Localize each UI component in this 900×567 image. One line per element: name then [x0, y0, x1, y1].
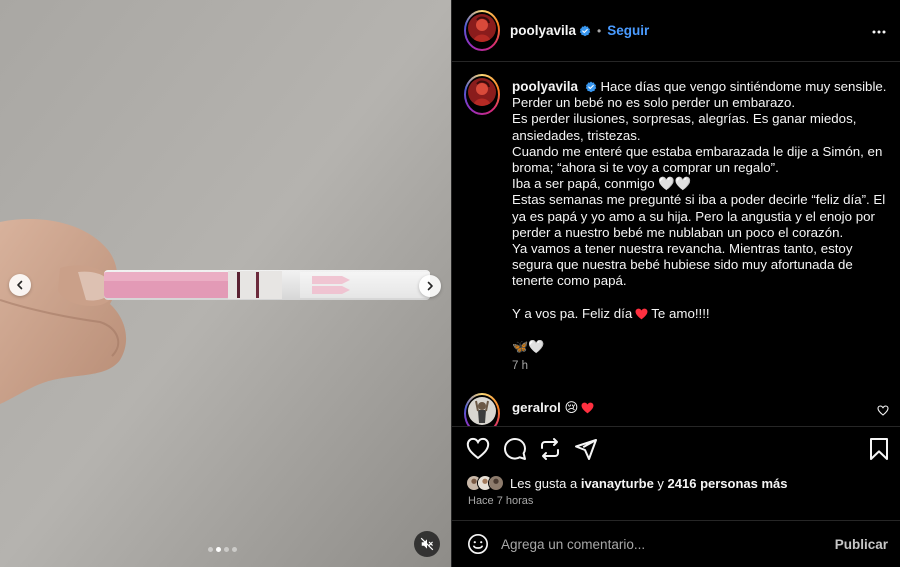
post-timestamp[interactable]: Hace 7 horas [468, 495, 533, 507]
comment-red-heart-icon [581, 402, 594, 414]
caption-line: Ya vamos a tener nuestra revancha. Mient… [512, 241, 853, 289]
likes-prefix: Les gusta a [510, 475, 581, 491]
repost-icon[interactable] [538, 437, 562, 461]
caption-closing-end: Te amo!!!! [651, 305, 710, 321]
carousel-dot [216, 547, 221, 552]
mute-toggle-button[interactable] [414, 531, 440, 557]
caption-line: Es perder ilusiones, sorpresas, alegrías… [512, 111, 857, 143]
header-username[interactable]: poolyavila [510, 23, 576, 38]
red-heart-icon [635, 308, 648, 320]
chevron-right-icon [427, 281, 433, 291]
likes-mid: y [653, 475, 668, 491]
caption-line: Cuando me enteré que estaba embarazada l… [512, 143, 883, 176]
next-slide-button[interactable] [419, 275, 441, 297]
comment-text-clipped [512, 421, 672, 425]
caption-timestamp[interactable]: 7 h [512, 360, 528, 372]
more-options-icon[interactable] [871, 24, 887, 40]
like-heart-icon[interactable] [466, 437, 490, 461]
caption-text: poolyavila Hace días que vengo sintiéndo… [512, 79, 892, 322]
comment-input[interactable] [501, 536, 801, 552]
comment-username[interactable]: geralrol [512, 400, 561, 415]
verified-badge-icon [579, 25, 591, 36]
caption-line: Hace días que vengo sintiéndome muy sens… [600, 79, 887, 94]
caption-verified-badge-icon [585, 81, 596, 93]
liked-by-username[interactable]: ivanayturbe [581, 476, 654, 491]
emoji-picker-icon[interactable] [467, 533, 489, 555]
comment-emoji: 😢 [564, 400, 579, 415]
carousel-dot [232, 547, 237, 552]
separator-dot: • [597, 23, 602, 38]
caption-line: Perder un bebé no es solo perder un emba… [512, 95, 796, 111]
post-actions: Les gusta a ivanayturbe y 2416 personas … [452, 426, 900, 520]
post-comment-button[interactable]: Publicar [835, 537, 888, 552]
follow-button[interactable]: Seguir [607, 23, 649, 38]
caption-line: Iba a ser papá, conmigo 🤍🤍 [512, 176, 692, 192]
previous-slide-button[interactable] [9, 274, 31, 296]
caption-story-ring[interactable] [464, 74, 500, 115]
comment-bubble-icon[interactable] [503, 437, 527, 461]
caption-scroll-area[interactable]: poolyavila Hace días que vengo sintiéndo… [452, 62, 900, 426]
caption-line: Estas semanas me pregunté si iba a poder… [512, 192, 886, 240]
chevron-left-icon [17, 280, 23, 290]
comment-avatar [468, 397, 496, 425]
comment-story-ring[interactable] [464, 393, 500, 426]
carousel-dot [224, 547, 229, 552]
likes-count[interactable]: 2416 personas más [668, 476, 788, 491]
liker-avatar [488, 475, 504, 491]
carousel-dot [208, 547, 213, 552]
post-media[interactable] [0, 0, 451, 567]
post-sidebar: poolyavila • Seguir poolyavila Hace días… [451, 0, 900, 567]
caption-closing: Y a vos pa. Feliz día Te amo!!!! [512, 306, 892, 322]
likes-summary: Les gusta a ivanayturbe y 2416 personas … [466, 475, 788, 491]
comment-composer: Publicar [452, 520, 900, 567]
likes-text[interactable]: Les gusta a ivanayturbe y 2416 personas … [510, 476, 788, 491]
caption-username[interactable]: poolyavila [512, 79, 578, 94]
share-send-icon[interactable] [574, 437, 598, 461]
carousel-indicator [208, 547, 237, 552]
story-ring[interactable] [464, 10, 500, 51]
liker-avatars [466, 475, 504, 491]
post-header: poolyavila • Seguir [452, 0, 900, 62]
caption-emojis: 🦋🤍 [512, 339, 545, 354]
like-comment-icon[interactable] [877, 405, 889, 416]
avatar [468, 14, 496, 42]
caption-avatar [468, 78, 496, 106]
comment-item: geralrol 😢 [464, 393, 889, 426]
caption-closing-start: Y a vos pa. Feliz día [512, 305, 633, 321]
speaker-muted-icon [420, 537, 434, 551]
pregnancy-test-photo [0, 0, 451, 567]
save-bookmark-icon[interactable] [868, 437, 890, 461]
